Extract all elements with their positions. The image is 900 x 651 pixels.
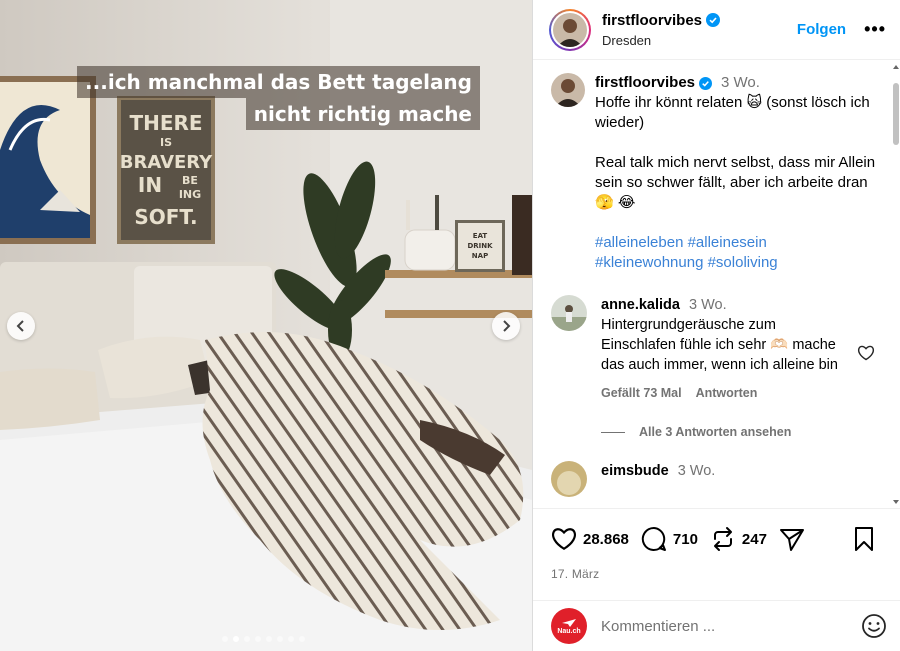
action-bar: 28.868 710 247 17. März <box>533 508 900 600</box>
avatar <box>553 12 587 47</box>
caption-line: Real talk mich nervt selbst, dass mir Al… <box>595 154 876 211</box>
poster-line: SOFT. <box>134 205 197 229</box>
comment-count[interactable]: 710 <box>673 531 698 548</box>
poster-line: BRAVERY <box>120 152 213 173</box>
carousel-dot <box>255 636 261 642</box>
post-sidebar: firstfloorvibes Dresden Folgen ••• first… <box>532 0 900 651</box>
poster-line: ING <box>179 188 201 201</box>
avatar-text: Nau.ch <box>557 627 581 635</box>
view-replies-button[interactable]: Alle 3 Antworten ansehen <box>601 425 877 439</box>
scrollbar-thumb[interactable] <box>893 83 899 145</box>
more-options-icon[interactable]: ••• <box>864 19 886 40</box>
story-overlay-text: ...ich manchmal das Bett tagelang nicht … <box>77 66 480 130</box>
repost-count[interactable]: 247 <box>742 531 767 548</box>
view-replies-text[interactable]: Alle 3 Antworten ansehen <box>639 425 791 439</box>
overlay-line-1: ...ich manchmal das Bett tagelang <box>77 66 480 98</box>
reply-button[interactable]: Antworten <box>696 383 758 403</box>
carousel-prev-button[interactable] <box>7 312 35 340</box>
comment: anne.kalida 3 Wo. Hintergrundgeräusche z… <box>551 295 877 403</box>
paper-plane-logo-icon <box>562 618 576 627</box>
chevron-right-icon <box>503 320 511 332</box>
follow-button[interactable]: Folgen <box>797 21 846 38</box>
emoji-icon[interactable] <box>861 613 887 639</box>
save-button[interactable] <box>853 526 875 552</box>
caption-text: Hoffe ihr könnt relaten 🙀 (sonst lösch i… <box>595 93 877 273</box>
carousel-dot <box>266 636 272 642</box>
comments-scrollbar[interactable] <box>892 61 900 508</box>
comment-time[interactable]: 3 Wo. <box>689 297 727 313</box>
carousel-dot <box>244 636 250 642</box>
caption-time[interactable]: 3 Wo. <box>721 73 760 93</box>
verified-badge-icon <box>706 13 721 27</box>
repost-button[interactable]: 247 <box>710 526 767 552</box>
sign-line: DRINK <box>467 242 493 250</box>
carousel-dot <box>233 636 239 642</box>
sign-line: EAT <box>473 232 488 240</box>
comment-input[interactable] <box>601 617 861 635</box>
verified-badge-icon <box>699 76 713 90</box>
author-avatar-story-ring[interactable] <box>549 8 591 51</box>
comments-list: firstfloorvibes 3 Wo. Hoffe ihr könnt re… <box>533 61 893 508</box>
send-icon <box>779 529 804 551</box>
comment-username[interactable]: eimsbude <box>601 463 669 479</box>
carousel-indicator <box>222 636 305 642</box>
avatar[interactable] <box>551 295 587 331</box>
overlay-line-2: nicht richtig mache <box>245 98 480 130</box>
carousel-dot <box>299 636 305 642</box>
avatar[interactable] <box>551 73 585 107</box>
repost-icon <box>713 527 732 551</box>
comment: eimsbude 3 Wo. <box>551 461 877 497</box>
poster-line: BE <box>182 174 198 187</box>
sign-line: NAP <box>472 252 488 260</box>
share-button[interactable] <box>779 526 805 552</box>
comment-username[interactable]: anne.kalida <box>601 297 680 313</box>
carousel-next-button[interactable] <box>492 312 520 340</box>
add-comment-bar: Nau.ch <box>533 600 900 651</box>
post-date[interactable]: 17. März <box>551 567 887 581</box>
comment-bubble-icon <box>641 526 666 551</box>
heart-icon <box>552 528 576 551</box>
carousel-dot <box>277 636 283 642</box>
post-location[interactable]: Dresden <box>602 33 797 48</box>
caption-username[interactable]: firstfloorvibes <box>595 73 695 93</box>
poster-line: IN <box>138 173 162 197</box>
post-caption: firstfloorvibes 3 Wo. Hoffe ihr könnt re… <box>551 73 877 273</box>
comment-time[interactable]: 3 Wo. <box>678 463 716 479</box>
poster-line: IS <box>160 136 172 149</box>
bookmark-icon <box>855 527 873 551</box>
caption-line: Hoffe ihr könnt relaten 🙀 (sonst lösch i… <box>595 94 870 131</box>
author-username-text[interactable]: firstfloorvibes <box>602 12 702 29</box>
like-count[interactable]: 28.868 <box>583 531 629 548</box>
author-info: firstfloorvibes Dresden <box>602 12 797 48</box>
carousel-dot <box>288 636 294 642</box>
post-media[interactable]: THERE IS BRAVERY IN BE ING SOFT. EAT DRI… <box>0 0 532 651</box>
heart-icon[interactable] <box>857 345 875 361</box>
caption-hashtags[interactable]: #alleineleben #alleinesein #kleinewohnun… <box>595 233 877 273</box>
chevron-left-icon <box>16 320 24 332</box>
comment-text: Hintergrundgeräusche zum Einschlafen füh… <box>601 317 838 373</box>
comment-likes[interactable]: Gefällt 73 Mal <box>601 383 682 403</box>
avatar: Nau.ch <box>551 608 587 644</box>
post-header: firstfloorvibes Dresden Folgen ••• <box>533 0 900 60</box>
avatar[interactable] <box>551 461 587 497</box>
author-username[interactable]: firstfloorvibes <box>602 12 721 29</box>
like-button[interactable]: 28.868 <box>551 527 629 551</box>
carousel-dot <box>222 636 228 642</box>
comment-button[interactable]: 710 <box>641 526 698 552</box>
